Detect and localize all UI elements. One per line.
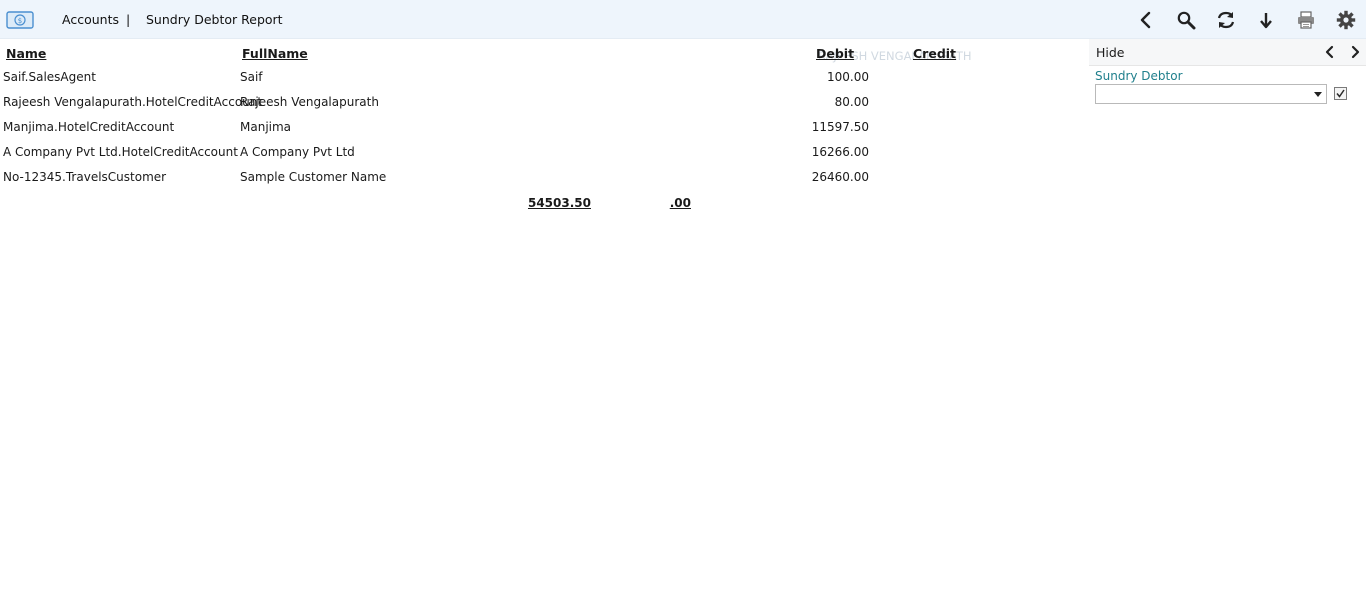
- filter-panel-header: Hide: [1089, 39, 1366, 66]
- total-credit: .00: [669, 196, 691, 210]
- table-row[interactable]: A Company Pvt Ltd.HotelCreditAccount A C…: [0, 140, 1088, 165]
- breadcrumb-separator: |: [126, 12, 131, 27]
- cell-name: Rajeesh Vengalapurath.HotelCreditAccount: [3, 95, 263, 109]
- download-icon[interactable]: [1256, 10, 1276, 30]
- cell-debit: 11597.50: [811, 120, 869, 134]
- cell-debit: 100.00: [827, 70, 869, 84]
- column-header-fullname[interactable]: FullName: [242, 46, 308, 61]
- breadcrumb-accounts[interactable]: Accounts: [62, 12, 119, 27]
- table-row[interactable]: Saif.SalesAgent Saif 100.00: [0, 65, 1088, 90]
- cell-debit: 80.00: [834, 95, 869, 109]
- cell-fullname: Sample Customer Name: [240, 170, 387, 184]
- column-header-credit[interactable]: Credit: [913, 46, 956, 61]
- sundry-debtor-label: Sundry Debtor: [1095, 69, 1183, 83]
- chevron-down-icon[interactable]: [1314, 92, 1322, 97]
- table-row[interactable]: No-12345.TravelsCustomer Sample Customer…: [0, 165, 1088, 190]
- svg-text:$: $: [18, 17, 22, 25]
- cell-name: A Company Pvt Ltd.HotelCreditAccount: [3, 145, 238, 159]
- chevron-right-icon[interactable]: [1348, 45, 1362, 59]
- sundry-debtor-checkbox[interactable]: [1334, 87, 1347, 100]
- hide-button[interactable]: Hide: [1096, 45, 1125, 60]
- cell-fullname: A Company Pvt Ltd: [240, 145, 355, 159]
- sundry-debtor-select[interactable]: [1095, 84, 1327, 104]
- total-debit: 54503.50: [527, 196, 591, 210]
- table-row[interactable]: Manjima.HotelCreditAccount Manjima 11597…: [0, 115, 1088, 140]
- chevron-left-icon[interactable]: [1323, 45, 1337, 59]
- back-icon[interactable]: [1136, 10, 1156, 30]
- print-icon[interactable]: [1296, 10, 1316, 30]
- cell-debit: 16266.00: [811, 145, 869, 159]
- filter-panel: Hide Sundry Debtor: [1089, 39, 1366, 601]
- money-icon[interactable]: $: [6, 11, 34, 29]
- top-toolbar: $ Accounts | Sundry Debtor Report: [0, 0, 1366, 39]
- table-row[interactable]: Rajeesh Vengalapurath.HotelCreditAccount…: [0, 90, 1088, 115]
- report-table: Name FullName RAJEESH VENGALAPURATH Debi…: [0, 39, 1088, 601]
- cell-name: No-12345.TravelsCustomer: [3, 170, 167, 184]
- column-header-name[interactable]: Name: [6, 46, 46, 61]
- cell-name: Saif.SalesAgent: [3, 70, 96, 84]
- column-header-debit[interactable]: Debit: [816, 46, 854, 61]
- cell-debit: 26460.00: [811, 170, 869, 184]
- refresh-icon[interactable]: [1216, 10, 1236, 30]
- page-title: Sundry Debtor Report: [146, 12, 283, 27]
- search-icon[interactable]: [1176, 10, 1196, 30]
- cell-fullname: Saif: [240, 70, 263, 84]
- cell-fullname: Rajeesh Vengalapurath: [240, 95, 379, 109]
- cell-name: Manjima.HotelCreditAccount: [3, 120, 175, 134]
- gear-icon[interactable]: [1336, 10, 1356, 30]
- cell-fullname: Manjima: [240, 120, 292, 134]
